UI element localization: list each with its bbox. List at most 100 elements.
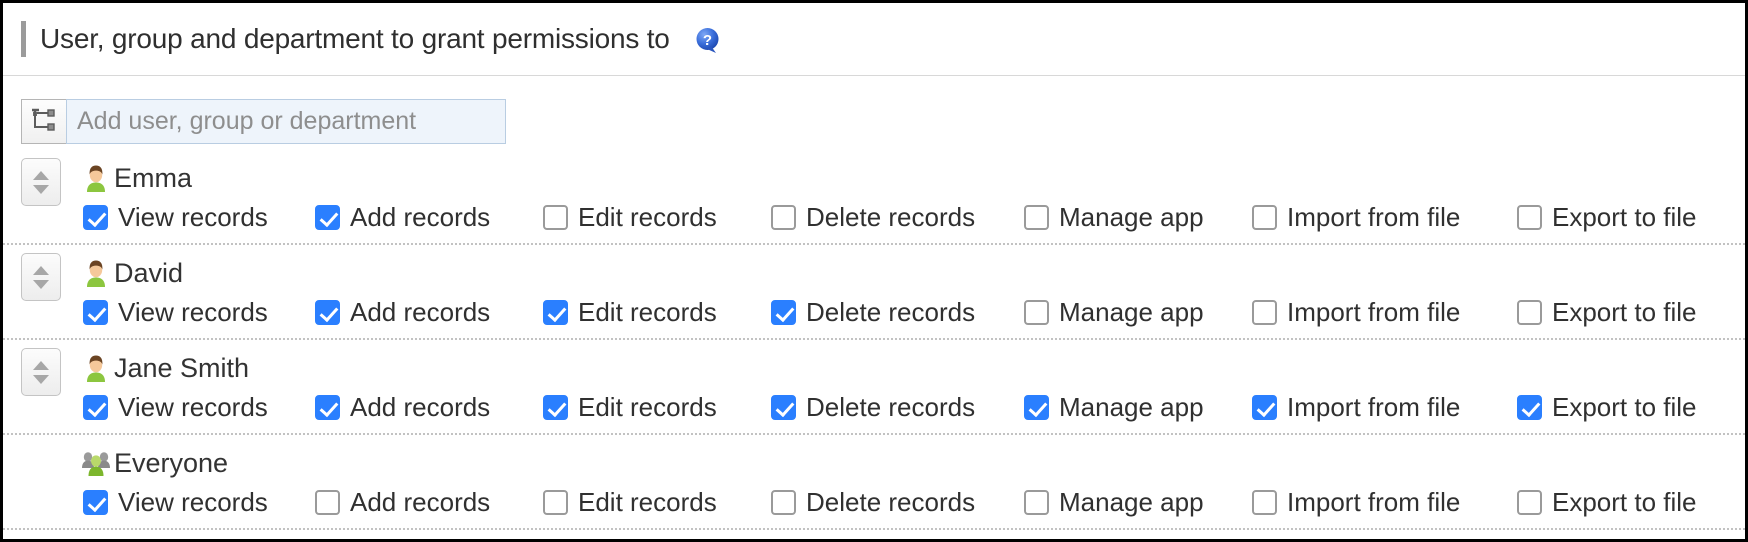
permission-checkbox-manage-app[interactable]: Manage app	[1024, 487, 1252, 518]
checkbox-checked-icon[interactable]	[543, 395, 568, 420]
checkbox-unchecked-icon[interactable]	[1517, 490, 1542, 515]
permission-checkbox-view-records[interactable]: View records	[83, 297, 315, 328]
checkbox-unchecked-icon[interactable]	[1517, 300, 1542, 325]
checkbox-checked-icon[interactable]	[83, 300, 108, 325]
reorder-down-arrow-icon[interactable]	[33, 375, 49, 384]
reorder-up-down-icon[interactable]	[21, 253, 61, 301]
permission-row-header: Emma	[21, 158, 1745, 200]
checkbox-checked-icon[interactable]	[315, 205, 340, 230]
permission-checkbox-import-from-file[interactable]: Import from file	[1252, 297, 1517, 328]
permission-checkbox-add-records[interactable]: Add records	[315, 297, 543, 328]
permission-checkbox-export-to-file[interactable]: Export to file	[1517, 202, 1747, 233]
checkbox-checked-icon[interactable]	[83, 395, 108, 420]
entity-name: Jane Smith	[114, 353, 249, 384]
permission-checkbox-group: View records Add recordsEdit records Delet…	[83, 392, 1745, 423]
group-avatar-icon	[81, 448, 111, 478]
permission-checkbox-add-records[interactable]: Add records	[315, 202, 543, 233]
permission-checkbox-view-records[interactable]: View records	[83, 392, 315, 423]
permission-checkbox-edit-records[interactable]: Edit records	[543, 297, 771, 328]
reorder-up-arrow-icon[interactable]	[33, 266, 49, 275]
permission-checkbox-group: View records Add records Edit records Delet…	[83, 487, 1745, 518]
permission-label: Add records	[350, 487, 490, 518]
checkbox-unchecked-icon[interactable]	[543, 490, 568, 515]
permission-checkbox-import-from-file[interactable]: Import from file	[1252, 202, 1517, 233]
checkbox-checked-icon[interactable]	[771, 395, 796, 420]
permission-checkbox-edit-records[interactable]: Edit records	[543, 202, 771, 233]
svg-text:?: ?	[703, 32, 712, 49]
permission-label: Manage app	[1059, 392, 1204, 423]
user-avatar-icon	[81, 353, 111, 383]
entity-name: Everyone	[114, 448, 228, 479]
reorder-down-arrow-icon[interactable]	[33, 185, 49, 194]
permission-checkbox-export-to-file[interactable]: Export to file	[1517, 297, 1747, 328]
permissions-panel: User, group and department to grant perm…	[0, 0, 1748, 542]
checkbox-unchecked-icon[interactable]	[315, 490, 340, 515]
checkbox-unchecked-icon[interactable]	[771, 490, 796, 515]
permission-label: Edit records	[578, 297, 717, 328]
checkbox-checked-icon[interactable]	[315, 300, 340, 325]
permission-checkbox-manage-app[interactable]: Manage app	[1024, 392, 1252, 423]
checkbox-unchecked-icon[interactable]	[1517, 205, 1542, 230]
user-avatar-icon	[81, 258, 111, 288]
permission-checkbox-import-from-file[interactable]: Import from file	[1252, 392, 1517, 423]
reorder-up-down-icon[interactable]	[21, 348, 61, 396]
checkbox-checked-icon[interactable]	[83, 205, 108, 230]
help-question-bubble-icon[interactable]: ?	[694, 27, 722, 55]
permission-checkbox-delete-records[interactable]: Delete records	[771, 392, 1024, 423]
permission-checkbox-add-records[interactable]: Add records	[315, 487, 543, 518]
permission-row-header: Everyone	[21, 443, 1745, 485]
entity-name: David	[114, 258, 183, 289]
reorder-up-arrow-icon[interactable]	[33, 171, 49, 180]
permission-label: Add records	[350, 297, 490, 328]
reorder-up-arrow-icon[interactable]	[33, 361, 49, 370]
permission-checkbox-delete-records[interactable]: Delete records	[771, 297, 1024, 328]
permission-checkbox-edit-records[interactable]: Edit records	[543, 392, 771, 423]
permission-checkbox-view-records[interactable]: View records	[83, 487, 315, 518]
permission-label: Export to file	[1552, 487, 1697, 518]
checkbox-checked-icon[interactable]	[1252, 395, 1277, 420]
checkbox-unchecked-icon[interactable]	[1024, 205, 1049, 230]
permission-checkbox-add-records[interactable]: Add records	[315, 392, 543, 423]
permission-checkbox-import-from-file[interactable]: Import from file	[1252, 487, 1517, 518]
checkbox-unchecked-icon[interactable]	[543, 205, 568, 230]
checkbox-unchecked-icon[interactable]	[1024, 300, 1049, 325]
section-header: User, group and department to grant perm…	[3, 3, 1745, 76]
permission-checkbox-export-to-file[interactable]: Export to file	[1517, 392, 1747, 423]
permission-label: Edit records	[578, 202, 717, 233]
permission-checkbox-delete-records[interactable]: Delete records	[771, 202, 1024, 233]
permission-label: Import from file	[1287, 297, 1460, 328]
permission-checkbox-group: View recordsAdd records Edit records Delet…	[83, 202, 1745, 233]
checkbox-unchecked-icon[interactable]	[1252, 490, 1277, 515]
checkbox-unchecked-icon[interactable]	[1252, 205, 1277, 230]
permission-checkbox-delete-records[interactable]: Delete records	[771, 487, 1024, 518]
checkbox-checked-icon[interactable]	[543, 300, 568, 325]
add-user-group-department-input[interactable]	[66, 99, 506, 144]
checkbox-checked-icon[interactable]	[83, 490, 108, 515]
add-entity-row	[3, 76, 1745, 144]
permission-checkbox-view-records[interactable]: View records	[83, 202, 315, 233]
permission-label: Import from file	[1287, 487, 1460, 518]
user-avatar-icon	[81, 163, 111, 193]
permission-label: Edit records	[578, 487, 717, 518]
permission-checkbox-manage-app[interactable]: Manage app	[1024, 202, 1252, 233]
reorder-down-arrow-icon[interactable]	[33, 280, 49, 289]
checkbox-unchecked-icon[interactable]	[771, 205, 796, 230]
permission-checkbox-export-to-file[interactable]: Export to file	[1517, 487, 1747, 518]
permission-row-emma: Emma View recordsAdd records Edit records…	[3, 150, 1745, 245]
permission-label: View records	[118, 297, 268, 328]
permission-checkbox-edit-records[interactable]: Edit records	[543, 487, 771, 518]
checkbox-checked-icon[interactable]	[315, 395, 340, 420]
checkbox-checked-icon[interactable]	[1024, 395, 1049, 420]
permission-label: View records	[118, 487, 268, 518]
permission-checkbox-manage-app[interactable]: Manage app	[1024, 297, 1252, 328]
reorder-up-down-icon[interactable]	[21, 158, 61, 206]
permission-label: View records	[118, 392, 268, 423]
permission-label: Import from file	[1287, 202, 1460, 233]
permission-label: Delete records	[806, 392, 975, 423]
checkbox-unchecked-icon[interactable]	[1024, 490, 1049, 515]
org-tree-icon[interactable]	[21, 99, 66, 144]
permission-label: Manage app	[1059, 487, 1204, 518]
checkbox-checked-icon[interactable]	[1517, 395, 1542, 420]
checkbox-checked-icon[interactable]	[771, 300, 796, 325]
checkbox-unchecked-icon[interactable]	[1252, 300, 1277, 325]
